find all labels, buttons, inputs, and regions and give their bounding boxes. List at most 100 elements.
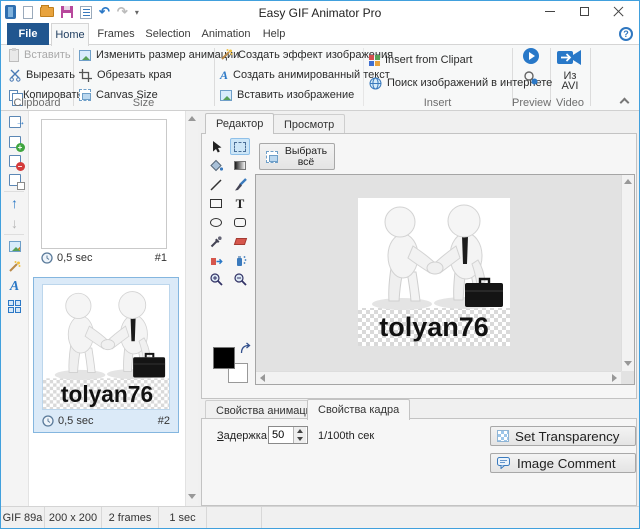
delay-up-button[interactable] bbox=[294, 427, 306, 435]
ribbon-tab-row: File Home Frames Selection Animation Hel… bbox=[1, 23, 639, 45]
frame-1-duration: 0,5 sec bbox=[57, 252, 92, 264]
paste-icon bbox=[9, 49, 19, 62]
extract-frames-icon[interactable]: → bbox=[6, 113, 23, 130]
app-window: ↶ ↷ ▾ Easy GIF Animator Pro File Home Fr… bbox=[0, 0, 640, 529]
image-effect-icon[interactable] bbox=[6, 258, 23, 275]
frame-2-meta: 0,5 sec #2 bbox=[42, 415, 170, 427]
select-all-button[interactable]: Выбрать всё bbox=[259, 143, 335, 170]
frame-2-image: tolyan76 bbox=[43, 285, 170, 410]
create-animated-text-button[interactable]: A Создать анимированный текст bbox=[220, 67, 390, 83]
line-tool[interactable] bbox=[206, 176, 226, 193]
status-format: GIF 89a bbox=[1, 507, 45, 528]
ribbon: Вставить Вырезать Копировать Clipboard И… bbox=[1, 45, 639, 111]
frames-scrollbar[interactable] bbox=[185, 111, 198, 506]
manage-frames-icon[interactable] bbox=[6, 298, 23, 315]
insert-image-button[interactable]: Вставить изображение bbox=[220, 87, 354, 103]
resize-icon bbox=[79, 50, 91, 61]
create-effect-button[interactable]: Создать эффект изображения bbox=[220, 47, 393, 63]
from-avi-button[interactable]: Из AVI bbox=[550, 47, 590, 91]
delay-spinner[interactable] bbox=[268, 426, 308, 444]
ellipse-tool[interactable] bbox=[206, 214, 226, 231]
image-comment-button[interactable]: Image Comment bbox=[490, 453, 636, 473]
editor-canvas[interactable]: tolyan76 bbox=[255, 174, 635, 385]
resize-animation-button[interactable]: Изменить размер анимации bbox=[79, 47, 239, 63]
gradient-tool[interactable] bbox=[230, 157, 250, 174]
maximize-button[interactable] bbox=[567, 1, 601, 22]
select-all-icon bbox=[266, 151, 278, 163]
eraser-tool[interactable] bbox=[230, 233, 250, 250]
delay-label: Задержка: bbox=[217, 430, 270, 442]
delete-frame-icon[interactable]: – bbox=[6, 152, 23, 169]
cut-button[interactable]: Вырезать bbox=[9, 67, 75, 83]
frame-properties-page: Задержка: 1/100th сек Set Transparency I… bbox=[201, 418, 637, 506]
tab-animation[interactable]: Animation bbox=[197, 23, 255, 45]
frame-2-number: #2 bbox=[158, 415, 170, 427]
select-tool[interactable] bbox=[206, 138, 226, 155]
edit-frame-image-icon[interactable] bbox=[6, 238, 23, 255]
frame-2-thumbnail[interactable]: tolyan76 bbox=[42, 284, 170, 410]
tab-selection[interactable]: Selection bbox=[141, 23, 195, 45]
animated-text-icon: A bbox=[220, 69, 228, 81]
move-frame-up-icon[interactable]: ↑ bbox=[6, 194, 23, 211]
brush-tool[interactable] bbox=[230, 176, 250, 193]
frame-2-duration: 0,5 sec bbox=[58, 415, 93, 427]
crop-icon bbox=[79, 69, 92, 82]
duplicate-frame-icon[interactable] bbox=[6, 171, 23, 188]
delay-input[interactable] bbox=[269, 427, 293, 443]
help-icon[interactable]: ? bbox=[619, 27, 633, 41]
tab-file[interactable]: File bbox=[7, 23, 49, 45]
canvas-image[interactable]: tolyan76 bbox=[358, 198, 510, 346]
spray-tool[interactable] bbox=[230, 252, 250, 269]
group-label-insert: Insert bbox=[363, 97, 512, 109]
status-duration: 1 sec bbox=[159, 507, 207, 528]
group-label-preview: Preview bbox=[512, 97, 550, 109]
collapse-ribbon-icon[interactable] bbox=[620, 98, 630, 108]
editor-page: T Выбрать всё bbox=[201, 133, 637, 399]
zoom-in-tool[interactable] bbox=[206, 271, 226, 288]
fill-tool[interactable] bbox=[206, 157, 226, 174]
marquee-tool[interactable] bbox=[230, 138, 250, 155]
frame-1-meta: 0,5 sec #1 bbox=[41, 252, 167, 264]
zoom-out-tool[interactable] bbox=[230, 271, 250, 288]
clipart-icon bbox=[369, 55, 380, 66]
tab-editor[interactable]: Редактор bbox=[205, 113, 274, 134]
add-frame-icon[interactable]: + bbox=[6, 133, 23, 150]
preview-play-icon[interactable] bbox=[523, 48, 539, 64]
tab-help[interactable]: Help bbox=[257, 23, 291, 45]
globe-icon bbox=[369, 77, 382, 90]
insert-from-clipart-button[interactable]: Insert from Clipart bbox=[369, 52, 472, 68]
foreground-color-swatch[interactable] bbox=[213, 347, 235, 369]
delay-down-button[interactable] bbox=[294, 435, 306, 443]
preview-settings-icon[interactable] bbox=[523, 70, 539, 86]
paste-button[interactable]: Вставить bbox=[9, 47, 71, 63]
add-text-icon[interactable]: A bbox=[6, 278, 23, 295]
rectangle-tool[interactable] bbox=[206, 195, 226, 212]
crop-button[interactable]: Обрезать края bbox=[79, 67, 172, 83]
tab-preview[interactable]: Просмотр bbox=[273, 114, 345, 135]
frame-2-selected[interactable]: tolyan76 0,5 sec #2 bbox=[33, 277, 179, 433]
title-bar: ↶ ↷ ▾ Easy GIF Animator Pro bbox=[1, 1, 639, 23]
close-button[interactable] bbox=[601, 1, 635, 22]
replace-color-tool[interactable] bbox=[206, 252, 226, 269]
tab-frames[interactable]: Frames bbox=[93, 23, 139, 45]
frames-panel: 0,5 sec #1 bbox=[29, 111, 185, 506]
move-frame-down-icon[interactable]: ↓ bbox=[6, 214, 23, 231]
eyedropper-tool[interactable] bbox=[206, 233, 226, 250]
canvas-vertical-scrollbar[interactable] bbox=[621, 175, 634, 371]
tab-frame-properties[interactable]: Свойства кадра bbox=[307, 399, 410, 420]
minimize-button[interactable] bbox=[533, 1, 567, 22]
set-transparency-button[interactable]: Set Transparency bbox=[490, 426, 636, 446]
svg-text:tolyan76: tolyan76 bbox=[379, 312, 489, 342]
frame-1-thumbnail[interactable] bbox=[41, 119, 167, 249]
status-filler bbox=[262, 507, 639, 528]
delay-units: 1/100th сек bbox=[318, 430, 374, 442]
clock-icon bbox=[41, 252, 53, 264]
scissors-icon bbox=[9, 69, 21, 82]
group-label-size: Size bbox=[73, 97, 214, 109]
swap-colors-icon[interactable] bbox=[239, 342, 252, 355]
tab-home[interactable]: Home bbox=[51, 23, 89, 46]
text-tool[interactable]: T bbox=[230, 195, 250, 212]
canvas-horizontal-scrollbar[interactable] bbox=[256, 371, 621, 384]
group-label-video: Video bbox=[550, 97, 590, 109]
rounded-rect-tool[interactable] bbox=[230, 214, 250, 231]
